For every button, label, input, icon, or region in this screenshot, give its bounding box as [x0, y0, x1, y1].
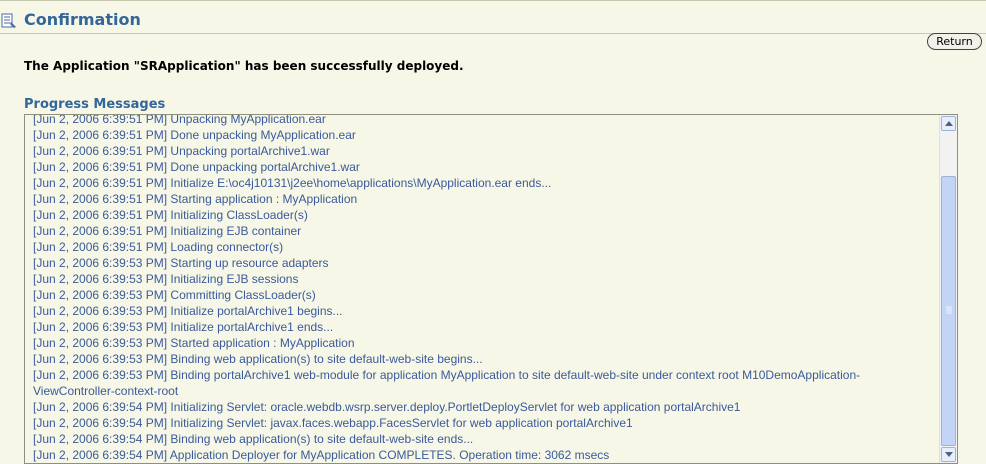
top-divider — [0, 0, 986, 1]
return-button[interactable]: Return — [927, 33, 982, 50]
log-line: [Jun 2, 2006 6:39:51 PM] Unpacking MyApp… — [33, 114, 326, 126]
progress-messages-title: Progress Messages — [24, 97, 166, 112]
progress-log-content: [Jun 2, 2006 6:39:51 PM] Unpacking MyApp… — [33, 114, 941, 463]
arrow-up-icon — [945, 121, 953, 126]
arrow-down-icon — [945, 452, 953, 457]
log-line: [Jun 2, 2006 6:39:51 PM] Done unpacking … — [33, 128, 356, 142]
confirmation-message: The Application "SRApplication" has been… — [24, 59, 464, 73]
progress-log[interactable]: [Jun 2, 2006 6:39:51 PM] Unpacking MyApp… — [24, 114, 958, 464]
log-line: [Jun 2, 2006 6:39:53 PM] Binding portalA… — [33, 368, 861, 398]
vertical-scrollbar[interactable] — [939, 115, 957, 463]
page-header: Confirmation — [0, 9, 986, 34]
log-line: [Jun 2, 2006 6:39:53 PM] Initializing EJ… — [33, 272, 299, 286]
log-line: [Jun 2, 2006 6:39:51 PM] Initialize E:\o… — [33, 176, 552, 190]
log-line: [Jun 2, 2006 6:39:53 PM] Started applica… — [33, 336, 355, 350]
scrollbar-thumb[interactable] — [941, 176, 956, 446]
scroll-up-button[interactable] — [941, 116, 956, 131]
scroll-down-button[interactable] — [941, 447, 956, 462]
log-line: [Jun 2, 2006 6:39:54 PM] Initializing Se… — [33, 416, 633, 430]
log-line: [Jun 2, 2006 6:39:51 PM] Initializing EJ… — [33, 224, 302, 238]
log-line: [Jun 2, 2006 6:39:53 PM] Binding web app… — [33, 352, 483, 366]
page-title: Confirmation — [24, 10, 141, 29]
log-line: [Jun 2, 2006 6:39:53 PM] Initialize port… — [33, 320, 334, 334]
log-line: [Jun 2, 2006 6:39:54 PM] Application Dep… — [33, 448, 610, 462]
log-line: [Jun 2, 2006 6:39:51 PM] Unpacking porta… — [33, 144, 330, 158]
log-line: [Jun 2, 2006 6:39:54 PM] Initializing Se… — [33, 400, 741, 414]
log-line: [Jun 2, 2006 6:39:53 PM] Committing Clas… — [33, 288, 316, 302]
log-line: [Jun 2, 2006 6:39:53 PM] Starting up res… — [33, 256, 329, 270]
log-line: [Jun 2, 2006 6:39:51 PM] Initializing Cl… — [33, 208, 308, 222]
log-line: [Jun 2, 2006 6:39:51 PM] Starting applic… — [33, 192, 358, 206]
log-line: [Jun 2, 2006 6:39:51 PM] Done unpacking … — [33, 160, 360, 174]
log-line: [Jun 2, 2006 6:39:53 PM] Initialize port… — [33, 304, 343, 318]
grip-icon — [946, 306, 952, 314]
log-line: [Jun 2, 2006 6:39:51 PM] Loading connect… — [33, 240, 284, 254]
document-list-icon — [1, 13, 17, 29]
log-line: [Jun 2, 2006 6:39:54 PM] Binding web app… — [33, 432, 474, 446]
